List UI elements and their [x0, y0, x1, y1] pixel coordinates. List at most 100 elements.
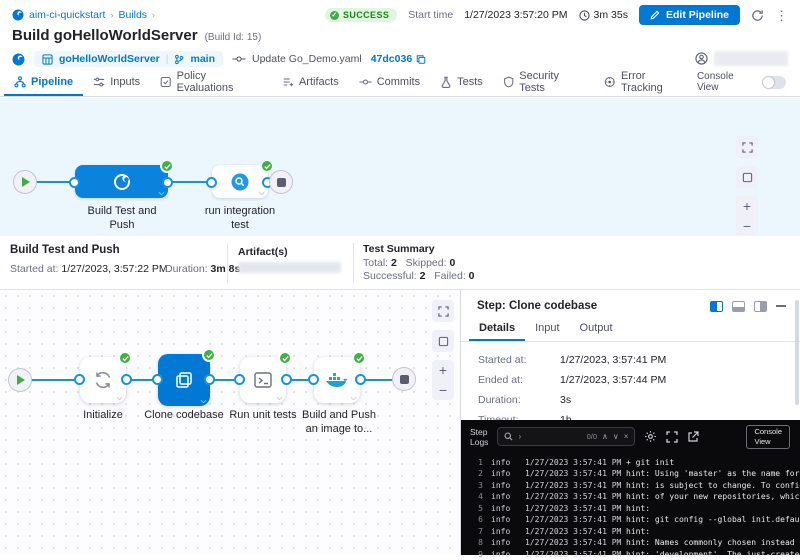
- fullscreen-icon: [666, 431, 678, 443]
- start-time-label: Start time: [408, 9, 453, 21]
- step-port: [121, 374, 132, 385]
- tab-commits[interactable]: Commits: [349, 68, 430, 96]
- branch-name: main: [190, 53, 215, 65]
- pipeline-start-node[interactable]: [13, 170, 37, 194]
- panel-scrollbar[interactable]: [795, 300, 799, 405]
- fullscreen-icon: [438, 306, 449, 317]
- log-line: 1info1/27/2023 3:57:41 PM+ git init: [469, 457, 800, 469]
- page-header: aim-ci-quickstart › Builds › ✓ SUCCESS S…: [0, 0, 800, 68]
- step-panel-title: Step: Clone codebase: [477, 300, 597, 312]
- step-node-clone-codebase[interactable]: [158, 354, 210, 406]
- stage-label[interactable]: Build Test and Push: [79, 204, 165, 233]
- log-lines[interactable]: 1info1/27/2023 3:57:41 PM+ git init 2inf…: [461, 452, 800, 560]
- edit-pipeline-button[interactable]: Edit Pipeline: [639, 5, 740, 25]
- kebab-icon: ⋮: [775, 8, 788, 23]
- step-port: [355, 374, 366, 385]
- fullscreen-button[interactable]: [432, 300, 454, 322]
- initialize-icon: [92, 369, 114, 391]
- tab-output[interactable]: Output: [570, 319, 623, 341]
- tab-details[interactable]: Details: [469, 319, 525, 341]
- user-icon: [695, 52, 708, 65]
- search-prev-icon[interactable]: ∧: [602, 432, 608, 441]
- step-graph-canvas[interactable]: Initialize Clone codebase Run unit tests: [0, 290, 461, 555]
- tab-tests[interactable]: Tests: [430, 68, 493, 96]
- log-line: 4info1/27/2023 3:57:41 PMhint: of your n…: [469, 491, 800, 503]
- step-node-build-and-push[interactable]: [314, 357, 360, 403]
- step-logs-console: Step Logs › 0/0 ∧ ∨ × Console View: [461, 420, 800, 555]
- stage-node-build-test-and-push[interactable]: [75, 165, 168, 198]
- minimize-panel-button[interactable]: [776, 305, 786, 307]
- repo-branch-pill[interactable]: goHelloWorldServer | main: [34, 51, 223, 67]
- tab-pipeline[interactable]: Pipeline: [4, 68, 83, 96]
- breadcrumb-builds[interactable]: Builds: [118, 9, 147, 21]
- zoom-out-button[interactable]: −: [432, 380, 454, 400]
- search-caret: ›: [518, 432, 521, 441]
- log-settings-button[interactable]: [644, 430, 657, 443]
- step-node-initialize[interactable]: [80, 357, 126, 403]
- stage-node-run-integration-test[interactable]: [212, 165, 268, 198]
- play-icon: [22, 177, 30, 187]
- stop-icon: [277, 178, 286, 187]
- log-search-box[interactable]: › 0/0 ∧ ∨ ×: [497, 427, 635, 446]
- stage-details-strip: Build Test and Push Started at: 1/27/202…: [0, 236, 800, 290]
- zoom-in-button[interactable]: +: [432, 360, 454, 380]
- breadcrumb-project[interactable]: aim-ci-quickstart: [29, 9, 105, 21]
- search-next-icon[interactable]: ∨: [613, 432, 619, 441]
- step-label[interactable]: Build and Push an image to...: [289, 408, 389, 437]
- detail-row-duration: Duration: 3s: [478, 394, 800, 406]
- commit-sha[interactable]: 47dc036: [371, 53, 426, 65]
- zoom-out-button[interactable]: −: [736, 216, 758, 236]
- layout-dock-right-button[interactable]: [754, 301, 767, 312]
- tab-artifacts[interactable]: Artifacts: [272, 68, 349, 96]
- zoom-in-button[interactable]: +: [736, 196, 758, 216]
- log-fullscreen-button[interactable]: [666, 431, 678, 443]
- test-summary-title: Test Summary: [363, 243, 435, 255]
- artifact-link-redacted[interactable]: [238, 262, 341, 273]
- fullscreen-icon: [742, 142, 753, 153]
- search-close-icon[interactable]: ×: [624, 432, 629, 441]
- tab-input[interactable]: Input: [525, 319, 569, 341]
- play-icon: [17, 375, 25, 385]
- success-check-badge: [278, 351, 292, 365]
- clone-codebase-icon: [172, 368, 196, 392]
- step-port: [281, 374, 292, 385]
- step-node-run-unit-tests[interactable]: [240, 357, 286, 403]
- repository-icon: [42, 54, 53, 65]
- fit-to-view-button[interactable]: [432, 330, 454, 352]
- console-view-button[interactable]: Console View: [746, 425, 790, 449]
- commits-icon: [359, 77, 372, 87]
- step-label[interactable]: Initialize: [63, 408, 143, 422]
- more-options-button[interactable]: ⋮: [775, 9, 788, 22]
- console-view-toggle-group: Console View: [697, 68, 796, 96]
- log-open-external-button[interactable]: [687, 431, 699, 443]
- tab-security-tests[interactable]: Security Tests: [493, 68, 595, 96]
- log-line: 7info1/27/2023 3:57:41 PMhint:: [469, 526, 800, 538]
- layout-split-view-button[interactable]: [710, 301, 723, 312]
- success-check-badge: [160, 159, 174, 173]
- stage-start-node[interactable]: [8, 368, 32, 392]
- branch-icon: [174, 54, 184, 65]
- stage-duration: Duration: 3m 8s: [165, 263, 240, 275]
- console-view-switch[interactable]: [762, 76, 786, 89]
- build-id: (Build Id: 15): [205, 32, 262, 43]
- zoom-controls: + −: [432, 360, 454, 400]
- pipeline-end-node[interactable]: [269, 170, 293, 194]
- tab-inputs[interactable]: Inputs: [83, 68, 150, 96]
- step-port: [308, 374, 319, 385]
- tab-policy-evaluations[interactable]: Policy Evaluations: [150, 68, 272, 96]
- log-line: 6info1/27/2023 3:57:41 PMhint: git confi…: [469, 514, 800, 526]
- test-summary-line2: Successful: 2 Failed: 0: [363, 270, 475, 282]
- tab-error-tracking[interactable]: Error Tracking: [594, 68, 696, 96]
- fit-to-view-button[interactable]: [736, 166, 758, 188]
- refresh-button[interactable]: [751, 9, 764, 22]
- check-icon: ✓: [330, 11, 339, 20]
- stage-graph-canvas[interactable]: Build Test and Push run integration test…: [0, 98, 800, 236]
- stage-end-node[interactable]: [392, 367, 416, 391]
- layout-dock-bottom-button[interactable]: [732, 301, 745, 312]
- stage-label[interactable]: run integration test: [196, 204, 284, 233]
- integration-test-stage-icon: [230, 172, 250, 192]
- log-line: 8info1/27/2023 3:57:41 PMhint: Names com…: [469, 537, 800, 549]
- copy-icon[interactable]: [416, 54, 426, 65]
- fullscreen-button[interactable]: [736, 136, 758, 158]
- commit-message: Update Go_Demo.yaml: [232, 53, 362, 65]
